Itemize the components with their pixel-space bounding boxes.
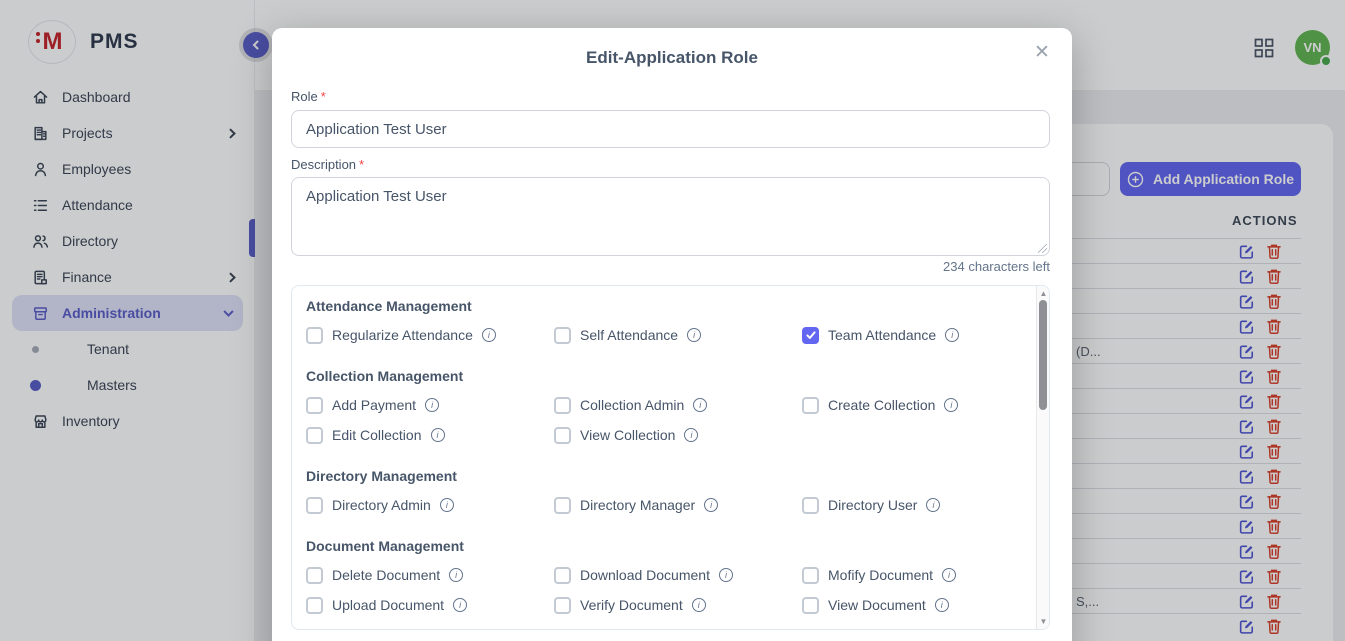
checkbox[interactable] bbox=[306, 597, 323, 614]
info-icon[interactable]: i bbox=[425, 398, 439, 412]
permissions-panel: Attendance Management Regularize Attendan… bbox=[291, 285, 1050, 630]
permission-view-document: View Documenti bbox=[802, 596, 1032, 614]
edit-application-role-modal: Edit-Application Role ✕ Role* Descriptio… bbox=[272, 28, 1072, 641]
role-field-label: Role* bbox=[291, 89, 326, 104]
checkbox[interactable] bbox=[306, 427, 323, 444]
permission-upload-document: Upload Documenti bbox=[306, 596, 554, 614]
info-icon[interactable]: i bbox=[692, 598, 706, 612]
permission-collection-admin: Collection Admini bbox=[554, 396, 802, 414]
info-icon[interactable]: i bbox=[684, 428, 698, 442]
permission-section-title: Collection Management bbox=[306, 368, 1037, 384]
permission-download-document: Download Documenti bbox=[554, 566, 802, 584]
permission-section-attendance-management: Attendance Management Regularize Attendan… bbox=[306, 298, 1037, 344]
info-icon[interactable]: i bbox=[693, 398, 707, 412]
scrollbar-thumb[interactable] bbox=[1039, 300, 1047, 410]
description-field-label: Description* bbox=[291, 157, 364, 172]
checkbox[interactable] bbox=[554, 327, 571, 344]
checkbox[interactable] bbox=[554, 427, 571, 444]
checkbox[interactable] bbox=[306, 497, 323, 514]
permission-directory-manager: Directory Manageri bbox=[554, 496, 802, 514]
close-icon[interactable]: ✕ bbox=[1028, 38, 1056, 66]
checkbox[interactable] bbox=[802, 597, 819, 614]
permission-section-document-management: Document Management Delete DocumentiDownl… bbox=[306, 538, 1037, 614]
screen: M PMS DashboardProjectsEmployeesAttendan… bbox=[0, 0, 1345, 641]
info-icon[interactable]: i bbox=[449, 568, 463, 582]
info-icon[interactable]: i bbox=[704, 498, 718, 512]
permission-add-payment: Add Paymenti bbox=[306, 396, 554, 414]
permission-section-directory-management: Directory ManagementDirectory AdminiDire… bbox=[306, 468, 1037, 514]
scroll-up-icon[interactable]: ▲ bbox=[1037, 289, 1050, 298]
info-icon[interactable]: i bbox=[440, 498, 454, 512]
info-icon[interactable]: i bbox=[719, 568, 733, 582]
role-input[interactable] bbox=[291, 110, 1050, 148]
permission-verify-document: Verify Documenti bbox=[554, 596, 802, 614]
checkbox[interactable] bbox=[802, 567, 819, 584]
required-asterisk: * bbox=[321, 89, 326, 104]
checkbox[interactable] bbox=[306, 327, 323, 344]
checkbox[interactable] bbox=[802, 497, 819, 514]
permission-team-attendance: Team Attendancei bbox=[802, 326, 1032, 344]
characters-left-counter: 234 characters left bbox=[291, 259, 1050, 274]
checkbox[interactable] bbox=[554, 597, 571, 614]
checkbox[interactable] bbox=[306, 567, 323, 584]
permission-self-attendance: Self Attendancei bbox=[554, 326, 802, 344]
permission-section-collection-management: Collection Management Add PaymentiCollect… bbox=[306, 368, 1037, 444]
permission-directory-admin: Directory Admini bbox=[306, 496, 554, 514]
modal-title: Edit-Application Role bbox=[272, 48, 1072, 68]
permission-directory-user: Directory Useri bbox=[802, 496, 1032, 514]
permission-mofify-document: Mofify Documenti bbox=[802, 566, 1032, 584]
info-icon[interactable]: i bbox=[431, 428, 445, 442]
permission-edit-collection: Edit Collectioni bbox=[306, 426, 554, 444]
permission-delete-document: Delete Documenti bbox=[306, 566, 554, 584]
checkbox[interactable] bbox=[802, 397, 819, 414]
info-icon[interactable]: i bbox=[687, 328, 701, 342]
info-icon[interactable]: i bbox=[944, 398, 958, 412]
permission-view-collection: View Collectioni bbox=[554, 426, 802, 444]
scrollbar[interactable]: ▲ ▼ bbox=[1036, 286, 1049, 629]
info-icon[interactable]: i bbox=[942, 568, 956, 582]
info-icon[interactable]: i bbox=[945, 328, 959, 342]
scroll-down-icon[interactable]: ▼ bbox=[1037, 617, 1050, 626]
info-icon[interactable]: i bbox=[935, 598, 949, 612]
description-textarea[interactable]: Application Test User bbox=[291, 177, 1050, 256]
checkbox[interactable] bbox=[554, 397, 571, 414]
permission-section-title: Directory Management bbox=[306, 468, 1037, 484]
permission-section-title: Document Management bbox=[306, 538, 1037, 554]
permission-section-title: Attendance Management bbox=[306, 298, 1037, 314]
checked-checkbox[interactable] bbox=[802, 327, 819, 344]
info-icon[interactable]: i bbox=[926, 498, 940, 512]
checkbox[interactable] bbox=[554, 567, 571, 584]
info-icon[interactable]: i bbox=[482, 328, 496, 342]
permission-regularize-attendance: Regularize Attendancei bbox=[306, 326, 554, 344]
checkbox[interactable] bbox=[306, 397, 323, 414]
required-asterisk: * bbox=[359, 157, 364, 172]
checkbox[interactable] bbox=[554, 497, 571, 514]
permission-create-collection: Create Collectioni bbox=[802, 396, 1032, 414]
info-icon[interactable]: i bbox=[453, 598, 467, 612]
